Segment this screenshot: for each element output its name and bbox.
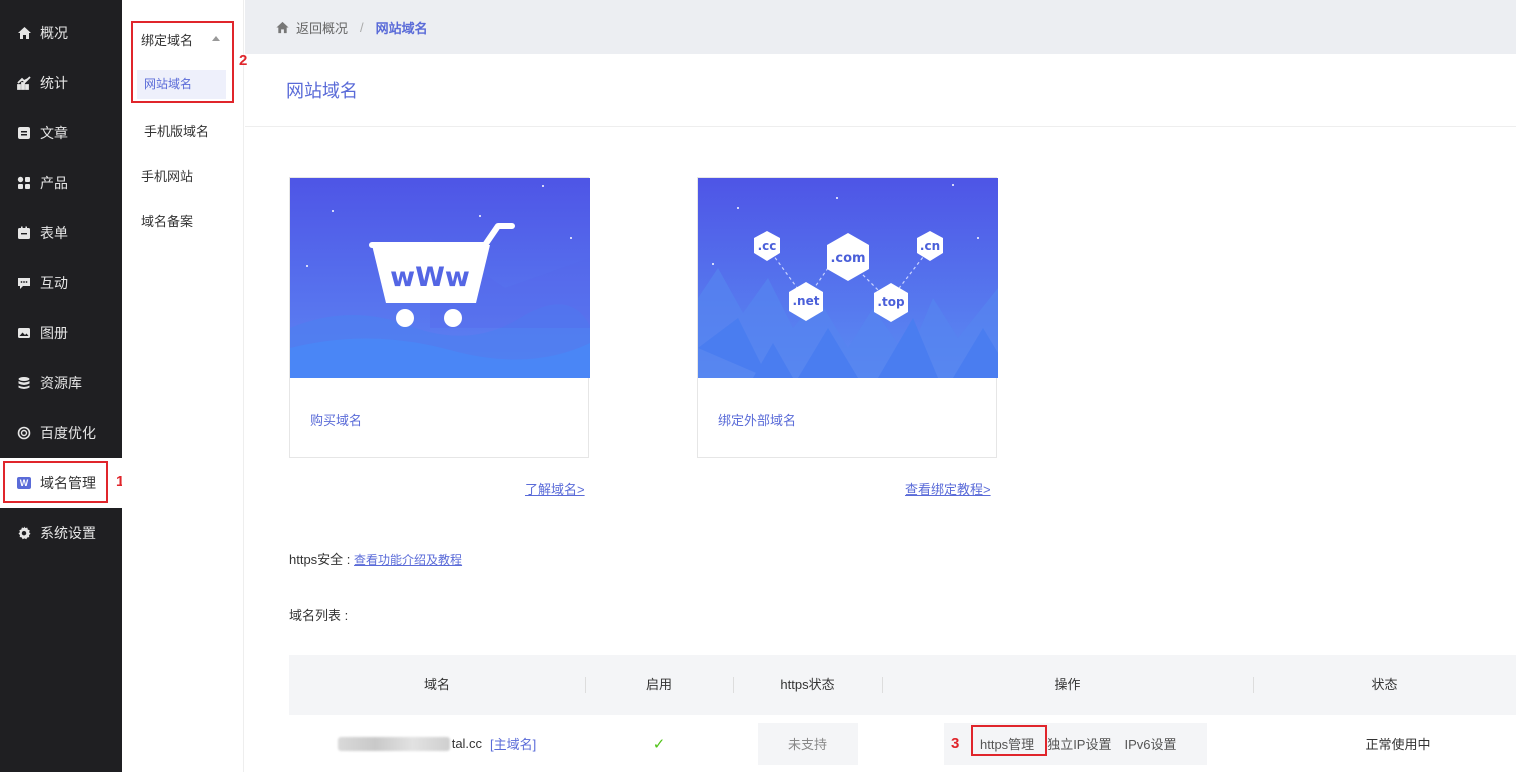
sidebar-item-resources[interactable]: 资源库 — [0, 358, 122, 408]
stats-icon — [16, 75, 32, 91]
seo-icon — [16, 425, 32, 441]
domain-cell: tal.cc [主域名] — [289, 715, 585, 772]
home-icon — [16, 25, 32, 41]
domain-list-title: 域名列表 : — [289, 608, 349, 623]
sidebar-item-label: 图册 — [40, 325, 68, 341]
status-text: 正常使用中 — [1365, 737, 1431, 752]
column-header-https-status: https状态 — [780, 677, 835, 692]
page-title-bar: 网站域名 — [245, 54, 1516, 127]
tld-cn: .cn — [920, 239, 940, 253]
sidebar-item-label: 产品 — [40, 175, 68, 191]
form-icon — [16, 225, 32, 241]
annotation-box-3 — [971, 725, 1047, 756]
check-icon: ✓ — [652, 735, 666, 753]
status-cell: 正常使用中 — [1333, 715, 1463, 772]
tld-com: .com — [830, 251, 865, 266]
sidebar-item-label: 统计 — [40, 75, 68, 91]
submenu-item-mobile-site[interactable]: 手机网站 — [141, 166, 193, 185]
buy-domain-label[interactable]: 购买域名 — [310, 410, 362, 429]
sidebar-item-product[interactable]: 产品 — [0, 158, 122, 208]
tld-net: .net — [793, 294, 820, 308]
main-domain-tag: [主域名] — [490, 737, 537, 752]
ipv6-settings-button[interactable]: IPv6设置 — [1124, 734, 1176, 753]
gallery-icon — [16, 325, 32, 341]
column-header-actions: 操作 — [1054, 677, 1081, 692]
bind-domain-card[interactable]: .cc .com .cn .net .top 绑定外部域名 — [697, 177, 998, 458]
sidebar-item-stats[interactable]: 统计 — [0, 58, 122, 108]
sidebar-item-label: 系统设置 — [40, 525, 96, 541]
buy-domain-card[interactable]: wWw 购买域名 — [289, 177, 590, 458]
sidebar-item-article[interactable]: 文章 — [0, 108, 122, 158]
sidebar-item-gallery[interactable]: 图册 — [0, 308, 122, 358]
annotation-box-2 — [131, 21, 234, 103]
sidebar-item-overview[interactable]: 概况 — [0, 8, 122, 58]
blurred-domain — [337, 736, 450, 751]
dedicated-ip-button[interactable]: 独立IP设置 — [1047, 734, 1111, 753]
column-header-enabled: 启用 — [645, 677, 672, 692]
breadcrumb: 返回概况 / 网站域名 — [245, 0, 1516, 54]
breadcrumb-separator: / — [360, 19, 364, 35]
submenu-item-icp-filing[interactable]: 域名备案 — [141, 211, 193, 230]
https-tutorial-link[interactable]: 查看功能介绍及教程 — [354, 553, 462, 567]
tld-cc: .cc — [758, 239, 777, 253]
sidebar-item-label: 互动 — [40, 275, 68, 291]
sub-menu — [122, 0, 244, 772]
annotation-box-1 — [3, 461, 108, 503]
breadcrumb-current: 网站域名 — [375, 20, 428, 36]
sidebar-item-interaction[interactable]: 互动 — [0, 258, 122, 308]
home-icon — [276, 21, 289, 33]
https-security-label: https安全 : — [289, 552, 351, 567]
table-row: tal.cc [主域名] ✓ 未支持 https管理 独立IP设置 IPv6设置… — [289, 715, 1516, 772]
learn-domain-link[interactable]: 了解域名> — [525, 479, 585, 498]
product-icon — [16, 175, 32, 191]
enabled-cell: ✓ — [585, 715, 733, 772]
column-header-domain: 域名 — [423, 677, 450, 692]
breadcrumb-back-label: 返回概况 — [296, 20, 349, 36]
domain-hexagon-illustration: .cc .com .cn .net .top — [698, 178, 998, 378]
tld-top: .top — [877, 295, 905, 309]
annotation-number-3: 3 — [951, 735, 960, 752]
domain-suffix: tal.cc — [451, 736, 483, 751]
https-security-row: https安全 : 查看功能介绍及教程 — [289, 549, 462, 568]
sidebar-item-label: 资源库 — [40, 375, 82, 391]
https-status-cell: 未支持 — [733, 715, 882, 772]
sidebar-item-seo[interactable]: 百度优化 — [0, 408, 122, 458]
sidebar-item-label: 文章 — [40, 125, 68, 141]
sidebar-item-form[interactable]: 表单 — [0, 208, 122, 258]
bind-tutorial-link[interactable]: 查看绑定教程> — [905, 479, 991, 498]
shopping-cart-illustration: wWw — [290, 178, 590, 378]
sidebar-item-label: 表单 — [40, 225, 68, 241]
breadcrumb-back-link[interactable]: 返回概况 — [275, 18, 348, 37]
https-status-badge: 未支持 — [757, 722, 858, 765]
submenu-item-mobile-domain[interactable]: 手机版域名 — [144, 121, 209, 140]
domain-table-header: 域名 启用 https状态 操作 状态 — [289, 655, 1516, 715]
database-icon — [16, 375, 32, 391]
article-icon — [16, 125, 32, 141]
sidebar-item-label: 百度优化 — [40, 425, 96, 441]
sidebar-item-settings[interactable]: 系统设置 — [0, 508, 122, 558]
sidebar-item-label: 概况 — [40, 25, 68, 41]
bind-domain-label[interactable]: 绑定外部域名 — [718, 410, 796, 429]
column-header-status: 状态 — [1371, 677, 1398, 692]
page-title: 网站域名 — [286, 81, 358, 101]
www-text: wWw — [390, 262, 470, 293]
chat-icon — [16, 275, 32, 291]
main-sidebar: 概况 统计 文章 产品 表单 互动 图册 资源库 百度优化 W 域名管理 系统设… — [0, 0, 122, 772]
gear-icon — [16, 525, 32, 541]
